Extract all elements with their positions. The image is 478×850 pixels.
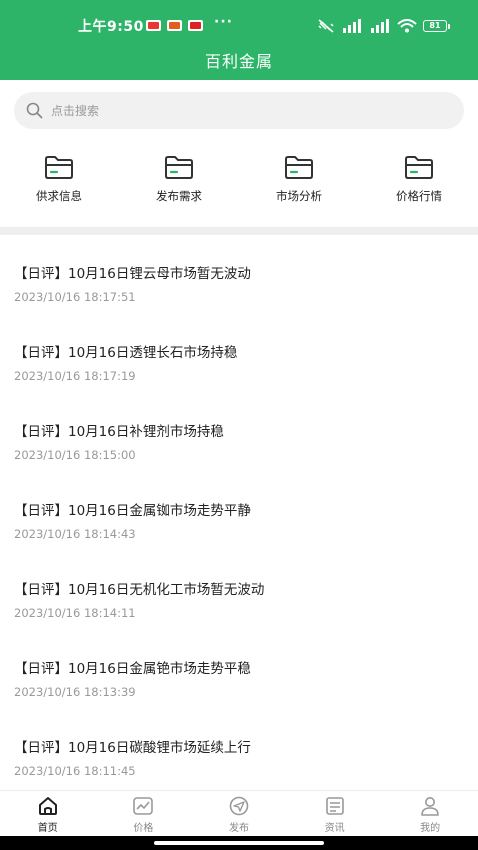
- search-icon: [26, 102, 43, 119]
- news-item[interactable]: 【日评】10月16日金属铯市场走势平稳 2023/10/16 18:13:39: [0, 639, 478, 718]
- category-market-analysis[interactable]: 市场分析: [244, 150, 354, 204]
- category-shortcuts: 供求信息 发布需求 市场分析 价格行情: [0, 150, 478, 210]
- news-time: 2023/10/16 18:14:11: [14, 606, 136, 620]
- tab-me[interactable]: 我的: [382, 791, 478, 836]
- battery-icon: 81: [423, 20, 450, 32]
- more-notifications-icon: ···: [214, 14, 233, 30]
- news-item[interactable]: 【日评】10月16日无机化工市场暂无波动 2023/10/16 18:14:11: [0, 560, 478, 639]
- user-icon: [419, 796, 441, 816]
- search-input[interactable]: [51, 103, 431, 118]
- signal-icon: [369, 19, 391, 33]
- category-label: 供求信息: [36, 189, 82, 203]
- battery-level: 81: [423, 20, 447, 32]
- tab-home[interactable]: 首页: [0, 791, 96, 836]
- news-title: 【日评】10月16日金属铷市场走势平静: [14, 503, 251, 519]
- news-item[interactable]: 【日评】10月16日补锂剂市场持稳 2023/10/16 18:15:00: [0, 402, 478, 481]
- news-title: 【日评】10月16日无机化工市场暂无波动: [14, 582, 265, 598]
- home-indicator[interactable]: [154, 841, 324, 845]
- tab-label: 资讯: [324, 823, 345, 834]
- news-time: 2023/10/16 18:17:51: [14, 290, 136, 304]
- tab-news[interactable]: 资讯: [287, 791, 383, 836]
- status-bar: 上午9:50 ··· 81: [0, 14, 478, 38]
- news-item[interactable]: 【日评】10月16日金属铷市场走势平静 2023/10/16 18:14:43: [0, 481, 478, 560]
- category-supply-demand[interactable]: 供求信息: [4, 150, 114, 204]
- system-nav-bar: [0, 836, 478, 850]
- home-icon: [37, 796, 59, 816]
- news-title: 【日评】10月16日透锂长石市场持稳: [14, 345, 238, 361]
- folder-icon: [45, 156, 73, 179]
- bottom-tab-bar: 首页 价格 发布 资讯 我的: [0, 790, 478, 836]
- vibrate-mute-icon: [317, 19, 335, 33]
- news-time: 2023/10/16 18:13:39: [14, 685, 136, 699]
- folder-icon: [165, 156, 193, 179]
- category-label: 价格行情: [396, 189, 442, 203]
- signal-icon: [341, 19, 363, 33]
- news-item[interactable]: 【日评】10月16日透锂长石市场持稳 2023/10/16 18:17:19: [0, 323, 478, 402]
- notification-icon: [146, 20, 161, 31]
- category-price-quotes[interactable]: 价格行情: [364, 150, 474, 204]
- notification-icon: [188, 20, 203, 31]
- news-time: 2023/10/16 18:15:00: [14, 448, 136, 462]
- news-title: 【日评】10月16日金属铯市场走势平稳: [14, 661, 251, 677]
- page-title: 百利金属: [204, 52, 273, 71]
- tab-label: 价格: [133, 823, 154, 834]
- category-label: 市场分析: [276, 189, 322, 203]
- folder-icon: [285, 156, 313, 179]
- folder-icon: [405, 156, 433, 179]
- news-title: 【日评】10月16日补锂剂市场持稳: [14, 424, 224, 440]
- notification-icon: [167, 20, 182, 31]
- chart-icon: [132, 796, 154, 816]
- app-header: 上午9:50 ··· 81 百利金属: [0, 0, 478, 80]
- news-title: 【日评】10月16日锂云母市场暂无波动: [14, 266, 251, 282]
- news-icon: [324, 796, 346, 816]
- tab-publish[interactable]: 发布: [191, 791, 287, 836]
- category-label: 发布需求: [156, 189, 202, 203]
- section-divider: [0, 227, 478, 235]
- news-time: 2023/10/16 18:11:45: [14, 764, 136, 778]
- status-time: 上午9:50: [78, 19, 144, 35]
- category-publish-demand[interactable]: 发布需求: [124, 150, 234, 204]
- news-time: 2023/10/16 18:14:43: [14, 527, 136, 541]
- tab-label: 发布: [228, 823, 249, 834]
- news-item[interactable]: 【日评】10月16日碳酸锂市场延续上行 2023/10/16 18:11:45: [0, 718, 478, 797]
- tab-price[interactable]: 价格: [96, 791, 192, 836]
- tab-label: 我的: [420, 823, 441, 834]
- search-bar[interactable]: [14, 92, 464, 129]
- news-title: 【日评】10月16日碳酸锂市场延续上行: [14, 740, 251, 756]
- wifi-icon: [397, 19, 417, 33]
- news-item[interactable]: 【日评】10月16日锂云母市场暂无波动 2023/10/16 18:17:51: [0, 244, 478, 323]
- status-icons: 81: [317, 17, 450, 35]
- news-time: 2023/10/16 18:17:19: [14, 369, 136, 383]
- tab-label: 首页: [37, 823, 58, 834]
- send-icon: [228, 796, 250, 816]
